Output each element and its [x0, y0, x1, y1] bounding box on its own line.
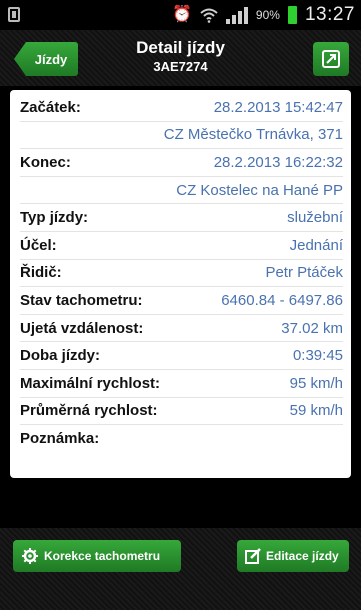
detail-label: Poznámka: — [20, 430, 100, 448]
trip-detail-card: Začátek: 28.2.2013 15:42:47 CZ Městečko … — [10, 90, 351, 478]
detail-value: 37.02 km — [281, 319, 343, 337]
export-icon — [322, 50, 340, 68]
back-button-label: Jízdy — [34, 51, 68, 67]
back-button[interactable]: Jízdy — [14, 42, 78, 76]
detail-row-max-speed: Maximální rychlost: 95 km/h — [20, 370, 343, 398]
detail-value: 0:39:45 — [292, 347, 343, 365]
signal-icon — [225, 6, 248, 24]
detail-row-avg-speed: Průměrná rychlost: 59 km/h — [20, 398, 343, 426]
end-row: Konec: 28.2.2013 16:22:32 — [20, 149, 343, 177]
bottom-toolbar: Korekce tachometru Editace jízdy — [0, 528, 361, 610]
page-title: Detail jízdy — [136, 38, 225, 57]
detail-row-odometer: Stav tachometru: 6460.84 - 6497.86 — [20, 287, 343, 315]
end-place-row: CZ Kostelec na Hané PP — [20, 177, 343, 205]
detail-row-purpose: Účel: Jednání — [20, 232, 343, 260]
detail-row-duration: Doba jízdy: 0:39:45 — [20, 342, 343, 370]
start-place: CZ Městečko Trnávka, 371 — [163, 126, 343, 144]
wifi-icon — [200, 8, 218, 23]
edit-trip-label: Editace jízdy — [266, 549, 339, 563]
detail-value: Jednání — [289, 236, 343, 254]
odometer-correction-label: Korekce tachometru — [44, 549, 161, 563]
edit-trip-button[interactable]: Editace jízdy — [237, 540, 349, 572]
detail-label: Stav tachometru: — [20, 291, 143, 309]
odometer-correction-button[interactable]: Korekce tachometru — [13, 540, 181, 572]
start-time: 28.2.2013 15:42:47 — [213, 98, 343, 116]
start-row: Začátek: 28.2.2013 15:42:47 — [20, 94, 343, 122]
clock: 13:27 — [304, 4, 355, 25]
detail-row-distance: Ujetá vzdálenost: 37.02 km — [20, 315, 343, 343]
detail-value: Petr Ptáček — [265, 264, 343, 282]
detail-label: Ujetá vzdálenost: — [20, 319, 144, 337]
status-bar: ⏰ 90% 13:27 — [0, 0, 361, 30]
start-place-row: CZ Městečko Trnávka, 371 — [20, 122, 343, 150]
detail-label: Řidič: — [20, 264, 62, 282]
detail-label: Doba jízdy: — [20, 347, 101, 365]
detail-row-driver: Řidič: Petr Ptáček — [20, 260, 343, 288]
notification-icon — [8, 7, 20, 22]
header: Jízdy Detail jízdy 3AE7274 — [0, 30, 361, 86]
page-subtitle: 3AE7274 — [153, 59, 208, 74]
edit-icon — [245, 548, 261, 564]
detail-value: 95 km/h — [289, 374, 343, 392]
detail-label: Účel: — [20, 236, 57, 254]
end-place: CZ Kostelec na Hané PP — [176, 181, 343, 199]
detail-row-trip-type: Typ jízdy: služební — [20, 204, 343, 232]
end-time: 28.2.2013 16:22:32 — [213, 153, 343, 171]
detail-value: 59 km/h — [289, 402, 343, 420]
detail-value: 6460.84 - 6497.86 — [221, 291, 343, 309]
battery-icon — [287, 6, 297, 24]
gear-icon — [22, 548, 38, 564]
detail-label: Typ jízdy: — [20, 209, 89, 227]
detail-value: služební — [287, 209, 343, 227]
end-label: Konec: — [20, 153, 71, 171]
detail-label: Maximální rychlost: — [20, 374, 161, 392]
alarm-icon: ⏰ — [172, 6, 192, 23]
detail-label: Průměrná rychlost: — [20, 402, 158, 420]
export-button[interactable] — [313, 42, 349, 76]
battery-percent: 90% — [255, 8, 280, 22]
detail-row-note: Poznámka: — [20, 425, 343, 453]
start-label: Začátek: — [20, 98, 81, 116]
